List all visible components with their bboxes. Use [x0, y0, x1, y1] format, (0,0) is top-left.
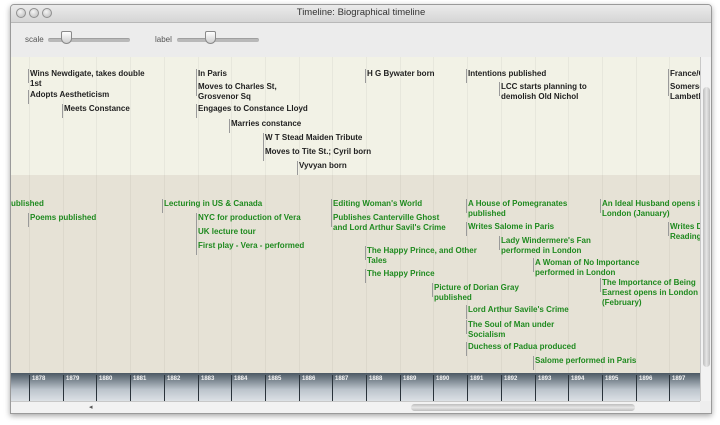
title-bar: Timeline: Biographical timeline [11, 5, 711, 23]
life-event[interactable]: Moves to Tite St.; Cyril born [263, 147, 371, 161]
year-label: 1882 [167, 376, 181, 382]
works-event[interactable]: Lord Arthur Savile's Crime [466, 305, 569, 319]
works-event[interactable]: Publishes Canterville Ghost and Lord Art… [331, 213, 446, 233]
works-event[interactable]: The Importance of Being Earnest opens in… [600, 278, 698, 308]
life-event[interactable]: H G Bywater born [365, 69, 435, 83]
horizontal-scroll-thumb[interactable] [411, 404, 635, 411]
toolbar: scale label [11, 23, 711, 58]
year-tick: 1885 [265, 375, 300, 401]
year-label: 1881 [133, 376, 147, 382]
life-event[interactable]: W T Stead Maiden Tribute [263, 133, 362, 147]
year-label: 1890 [436, 376, 450, 382]
year-label: 1888 [369, 376, 383, 382]
year-label: 1885 [268, 376, 282, 382]
works-event[interactable]: UK lecture tour [196, 227, 256, 241]
works-event[interactable]: ublished [11, 199, 44, 209]
life-event[interactable]: Adopts Aestheticism [28, 90, 109, 104]
year-label: 1897 [672, 376, 686, 382]
life-event[interactable]: Meets Constance [62, 104, 130, 118]
scale-slider-knob[interactable] [61, 31, 72, 44]
life-event[interactable]: LCC starts planning to demolish Old Nich… [499, 82, 587, 102]
works-event[interactable]: Poems published [28, 213, 96, 227]
works-event[interactable]: Editing Woman's World [331, 199, 422, 213]
year-label: 1891 [470, 376, 484, 382]
year-tick: 1883 [198, 375, 233, 401]
year-label: 1887 [335, 376, 349, 382]
works-event[interactable]: First play - Vera - performed [196, 241, 304, 255]
year-gridline [130, 57, 131, 373]
app-window: Timeline: Biographical timeline scale la… [10, 4, 712, 414]
year-label: 1896 [639, 376, 653, 382]
year-gridline [568, 57, 569, 373]
life-event[interactable]: France/O [668, 69, 700, 83]
year-tick: 1886 [299, 375, 334, 401]
year-tick: 1889 [400, 375, 435, 401]
year-label: 1893 [538, 376, 552, 382]
year-label: 1886 [302, 376, 316, 382]
year-tick: 1881 [130, 375, 165, 401]
year-tick: 1880 [96, 375, 131, 401]
life-event[interactable]: In Paris [196, 69, 227, 83]
label-slider-knob[interactable] [205, 31, 216, 44]
year-label: 1878 [32, 376, 46, 382]
works-event[interactable]: Salome performed in Paris [533, 356, 636, 370]
year-label: 1879 [66, 376, 80, 382]
works-event[interactable]: Lecturing in US & Canada [162, 199, 262, 213]
year-tick: 1895 [602, 375, 637, 401]
year-label: 1895 [605, 376, 619, 382]
window-title: Timeline: Biographical timeline [296, 7, 426, 18]
year-label: 1894 [571, 376, 585, 382]
year-tick: 1884 [231, 375, 266, 401]
year-axis[interactable]: 1878 1879 1880 1881 1882 1883 1884 1885 1886 1887… [11, 373, 700, 403]
life-event[interactable]: Somerse Lambeth [668, 82, 700, 102]
works-event[interactable]: Writes D Reading [668, 222, 700, 242]
year-label: 1892 [504, 376, 518, 382]
year-tick: 1890 [433, 375, 468, 401]
year-label: 1884 [234, 376, 248, 382]
scroll-left-icon[interactable]: ◂ [89, 403, 93, 411]
works-event[interactable]: Lady Windermere's Fan performed in Londo… [499, 236, 591, 256]
life-event[interactable]: Wins Newdigate, takes double 1st [28, 69, 145, 89]
works-event[interactable]: An Ideal Husband opens in London (Januar… [600, 199, 700, 219]
works-event[interactable]: Picture of Dorian Gray published [432, 283, 519, 303]
life-event[interactable]: Moves to Charles St, Grosvenor Sq [196, 82, 277, 102]
timeline-view[interactable]: Wins Newdigate, takes double 1st Adopts … [11, 57, 700, 373]
works-event[interactable]: A House of Pomegranates published [466, 199, 567, 219]
horizontal-scrollbar[interactable]: ◂ [11, 401, 700, 413]
year-tick: 1897 [669, 375, 704, 401]
works-event[interactable]: NYC for production of Vera [196, 213, 301, 227]
vertical-scroll-thumb[interactable] [703, 87, 710, 367]
year-tick: 1887 [332, 375, 367, 401]
works-event[interactable]: The Soul of Man under Socialism [466, 320, 554, 340]
works-event[interactable]: The Happy Prince, and Other Tales [365, 246, 477, 266]
life-event[interactable]: Engages to Constance Lloyd [196, 104, 308, 118]
works-event[interactable]: The Happy Prince [365, 269, 435, 283]
year-tick: 1892 [501, 375, 536, 401]
year-tick: 1894 [568, 375, 603, 401]
year-tick: 1882 [164, 375, 199, 401]
year-gridline [164, 57, 165, 373]
life-event[interactable]: Vyvyan born [297, 161, 347, 175]
label-label: label [155, 35, 172, 44]
life-event[interactable]: Marries constance [229, 119, 301, 133]
year-tick: 1878 [29, 375, 64, 401]
scale-label: scale [25, 35, 44, 44]
works-event[interactable]: A Woman of No Importance performed in Lo… [533, 258, 639, 278]
year-tick: 1891 [467, 375, 502, 401]
works-event[interactable]: Duchess of Padua produced [466, 342, 576, 356]
year-tick: 1879 [63, 375, 98, 401]
label-slider-track[interactable] [177, 38, 259, 42]
works-event[interactable]: Writes Salome in Paris [466, 222, 554, 236]
year-tick: 1888 [366, 375, 401, 401]
year-tick: 1893 [535, 375, 570, 401]
year-tick: 1896 [636, 375, 671, 401]
year-label: 1883 [201, 376, 215, 382]
year-label: 1880 [99, 376, 113, 382]
vertical-scrollbar[interactable] [700, 57, 711, 401]
life-event[interactable]: Intentions published [466, 69, 546, 83]
year-label: 1889 [403, 376, 417, 382]
